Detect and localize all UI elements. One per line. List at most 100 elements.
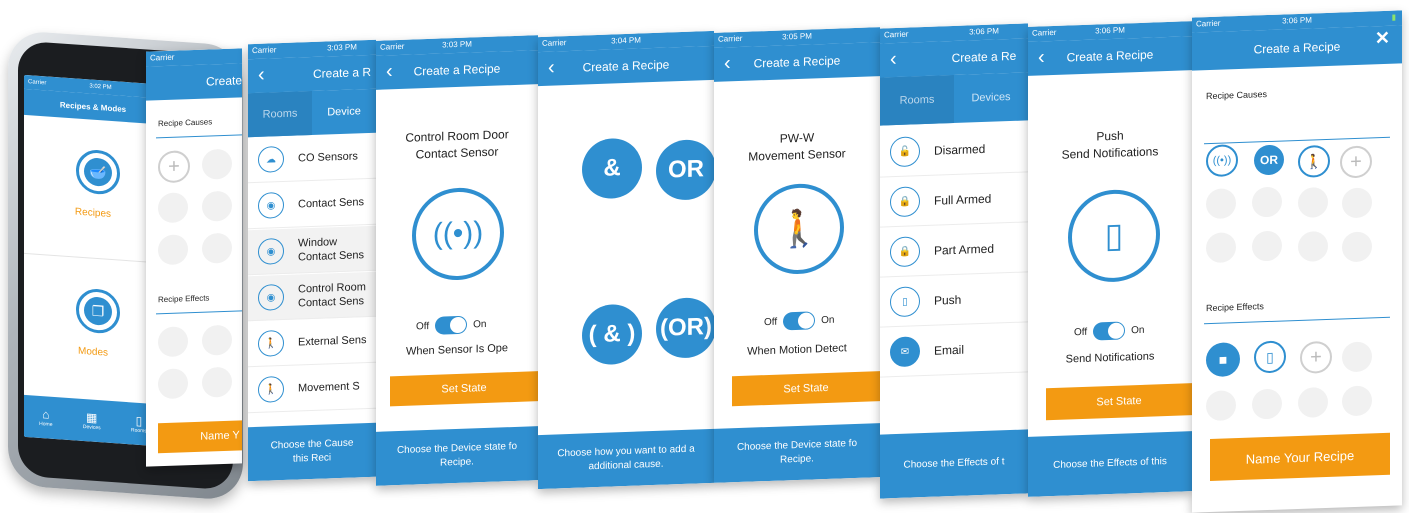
tab-rooms[interactable]: Rooms (248, 91, 312, 138)
page-title: Create a Recipe (413, 61, 501, 79)
back-icon[interactable]: ‹ (890, 47, 897, 71)
empty-slot (158, 326, 188, 358)
state-toggle[interactable]: Off On (416, 315, 487, 335)
list-item[interactable]: 🔒 Full Armed (880, 173, 1028, 228)
app-showcase: Carrier 3:02 PM ▮ Recipes & Modes 🥣 Reci… (0, 0, 1409, 513)
instruction-footer: Choose the Effects of t (880, 429, 1028, 499)
recipes-icon: 🥣 (76, 148, 120, 196)
email-icon: ✉ (890, 336, 920, 368)
page-title: Create a Recipe (753, 53, 841, 71)
page-title: Create a R (312, 64, 372, 81)
phone-screen: Carrier 3:02 PM ▮ Recipes & Modes 🥣 Reci… (24, 74, 162, 447)
screen-recipe-overview: Carrier Create Recipe Causes + Recipe Ef… (146, 48, 242, 467)
empty-slot (1252, 230, 1282, 262)
page-title: Create a Recipe (1066, 47, 1154, 65)
camera-effect-icon[interactable]: ■ (1206, 341, 1240, 378)
state-toggle[interactable]: Off On (1074, 321, 1145, 341)
list-item[interactable]: 🔓 Disarmed (880, 123, 1028, 178)
divider (156, 310, 242, 315)
instruction-footer: Choose the Device state fo Recipe. (376, 426, 538, 486)
and-group-operator-button[interactable]: ( & ) (582, 303, 642, 366)
device-name: PW-W Movement Sensor (748, 130, 846, 164)
instruction-footer: Choose the Cause this Reci (248, 422, 376, 482)
nav-devices[interactable]: ▦ Devices (83, 410, 101, 431)
header: ‹ Create a R (248, 54, 376, 94)
list-item[interactable]: ◉ Window Contact Sens (248, 225, 376, 276)
add-effect-button[interactable]: + (1300, 340, 1332, 374)
device-name: Push Send Notifications (1061, 128, 1159, 162)
list-item[interactable]: ◉ Contact Sens (248, 179, 376, 230)
toggle-switch[interactable] (435, 315, 468, 335)
push-effect-icon[interactable]: ▯ (1254, 340, 1286, 374)
back-icon[interactable]: ‹ (386, 59, 393, 83)
empty-slot (1206, 390, 1236, 422)
name-recipe-button[interactable]: Name Your Recipe (1210, 432, 1390, 482)
home-icon: ⌂ (42, 407, 50, 422)
list-item[interactable]: 🚶 Movement S (248, 363, 376, 414)
empty-slot (1342, 385, 1372, 417)
screen-choose-effect: Carrier 3:06 PM ‹ Create a Re Rooms Device… (880, 23, 1028, 499)
recipes-label: Recipes (74, 206, 112, 220)
state-toggle[interactable]: Off On (764, 311, 835, 331)
contact-sensor-icon: ((•)) (412, 186, 504, 282)
back-icon[interactable]: ‹ (548, 55, 555, 79)
name-recipe-button[interactable]: Name Y (158, 420, 242, 454)
empty-slot (202, 190, 232, 222)
recipe-effects-label: Recipe Effects (1206, 301, 1264, 314)
window-sensor-icon: ◉ (258, 237, 284, 265)
list-item[interactable]: ✉ Email (880, 323, 1028, 378)
list-item[interactable]: ☁ CO Sensors (248, 133, 376, 184)
nav-home[interactable]: ⌂ Home (39, 407, 52, 428)
empty-slot (202, 232, 232, 264)
empty-slot (1206, 232, 1236, 264)
close-icon[interactable]: ✕ (1375, 28, 1390, 50)
set-state-button[interactable]: Set State (732, 371, 880, 407)
modes-icon: ❐ (76, 287, 120, 335)
or-operator-button[interactable]: OR (656, 138, 714, 201)
toggle-switch[interactable] (783, 311, 816, 331)
modes-tile[interactable]: ❐ Modes (24, 254, 162, 402)
list-item[interactable]: ▯ Push (880, 273, 1028, 328)
modes-label: Modes (77, 345, 108, 359)
set-state-button[interactable]: Set State (1046, 383, 1192, 421)
back-icon[interactable]: ‹ (1038, 45, 1045, 69)
motion-sensor-cause-icon[interactable]: 🚶 (1298, 144, 1330, 178)
header: ‹ Create a Re (880, 38, 1028, 78)
tab-devices[interactable]: Device (312, 89, 376, 135)
contact-sensor-cause-icon[interactable]: ((•)) (1206, 144, 1238, 178)
list-item[interactable]: ◉ Control Room Contact Sens (248, 271, 376, 322)
or-operator-badge[interactable]: OR (1254, 144, 1284, 176)
add-cause-button[interactable]: + (1340, 145, 1372, 179)
empty-slot (158, 368, 188, 400)
or-group-operator-button[interactable]: (OR) (656, 296, 714, 359)
page-title: Create a Recipe (582, 57, 670, 75)
list-item[interactable]: 🔒 Part Armed (880, 223, 1028, 278)
screen-device-state-motion: Carrier 3:05 PM ‹ Create a Recipe PW-W Move… (714, 27, 880, 483)
cloud-sensor-icon: ☁ (258, 145, 284, 173)
add-cause-button[interactable]: + (158, 150, 190, 184)
instruction-footer: Choose the Device state fo Recipe. (714, 423, 880, 483)
tab-rooms[interactable]: Rooms (880, 75, 954, 126)
list-item[interactable]: 🚶 External Sens (248, 317, 376, 368)
empty-slot (1342, 187, 1372, 219)
header: ‹ Create a Recipe (714, 42, 880, 82)
back-icon[interactable]: ‹ (258, 63, 265, 87)
back-icon[interactable]: ‹ (724, 51, 731, 75)
divider (156, 134, 242, 139)
screen-effect-state-push: Carrier 3:06 PM ‹ Create a Recipe Push Send… (1028, 21, 1192, 497)
recipe-effects-label: Recipe Effects (158, 293, 210, 305)
header: Create (146, 63, 242, 101)
toggle-switch[interactable] (1093, 321, 1126, 341)
and-operator-button[interactable]: & (582, 137, 642, 200)
nav-rooms[interactable]: ▯ Rooms (131, 413, 147, 435)
recipes-tile[interactable]: 🥣 Recipes (24, 114, 162, 264)
empty-slot (202, 366, 232, 398)
instruction-footer: Choose the Effects of this (1028, 431, 1192, 497)
tab-devices[interactable]: Devices (954, 72, 1028, 123)
empty-slot (202, 148, 232, 180)
page-title: Create a Re (951, 48, 1017, 66)
contact-sensor-icon: ◉ (258, 191, 284, 219)
set-state-button[interactable]: Set State (390, 371, 538, 407)
divider (1204, 316, 1390, 325)
screen-choose-device: Carrier 3:03 PM ‹ Create a R Rooms Device … (248, 39, 376, 482)
